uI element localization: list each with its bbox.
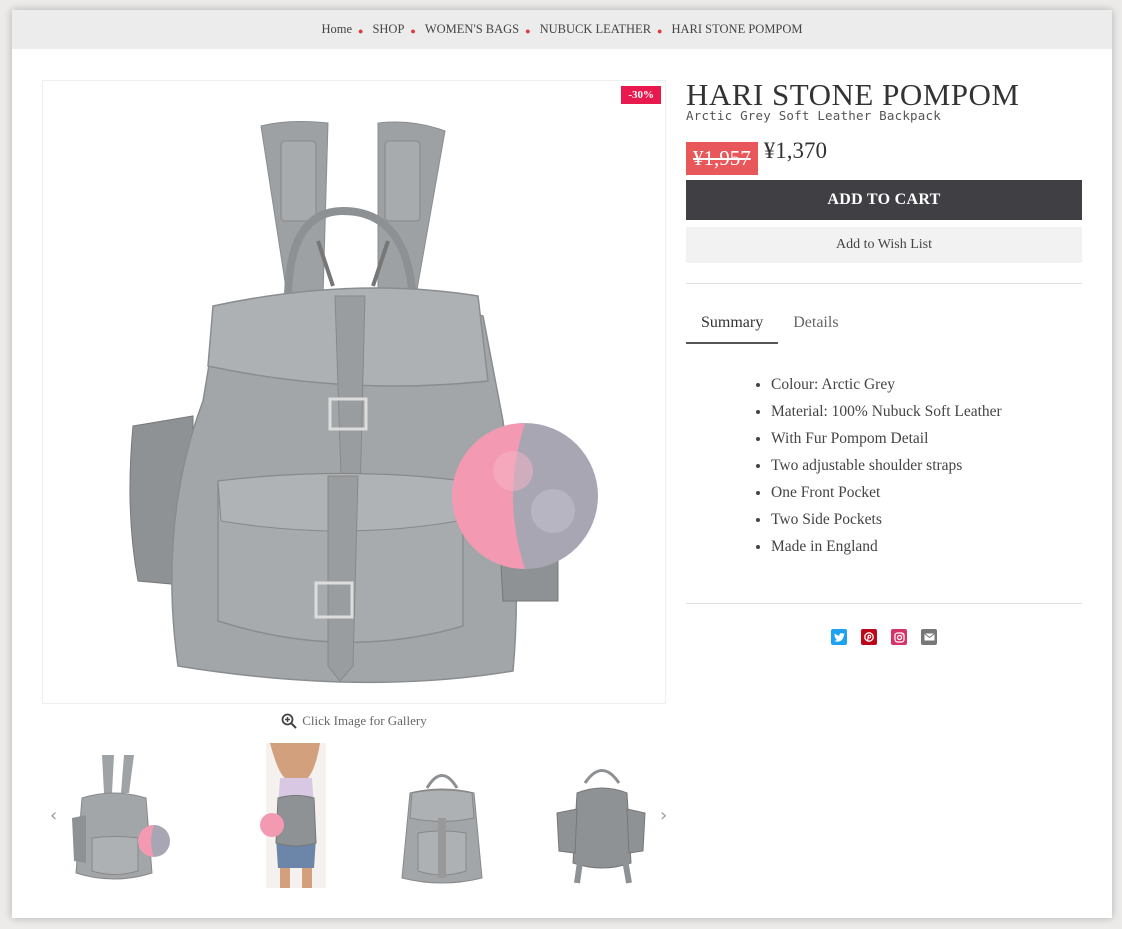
instagram-icon[interactable] <box>891 629 907 645</box>
list-item: With Fur Pompom Detail <box>771 429 1082 449</box>
old-price: ¥1,957 <box>686 142 758 175</box>
list-item: Two adjustable shoulder straps <box>771 456 1082 476</box>
breadcrumb-separator: ● <box>657 25 663 36</box>
breadcrumb-home[interactable]: Home <box>321 22 352 37</box>
breadcrumb: Home ● SHOP ● WOMEN'S BAGS ● NUBUCK LEATHER… <box>12 10 1112 49</box>
divider <box>686 283 1082 284</box>
new-price: ¥1,370 <box>763 138 827 163</box>
list-item: One Front Pocket <box>771 483 1082 503</box>
discount-badge: -30% <box>621 86 661 104</box>
tab-details[interactable]: Details <box>778 306 853 344</box>
list-item: Made in England <box>771 537 1082 557</box>
thumbnail-3[interactable] <box>382 743 502 888</box>
list-item: Material: 100% Nubuck Soft Leather <box>771 402 1082 422</box>
share-bar <box>686 629 1082 645</box>
thumbnail-carousel: ‹ › <box>42 743 667 888</box>
breadcrumb-shop[interactable]: SHOP <box>372 22 404 37</box>
tab-summary[interactable]: Summary <box>686 306 779 344</box>
thumbnail-4[interactable] <box>547 743 667 888</box>
breadcrumb-nubuck-leather[interactable]: NUBUCK LEATHER <box>540 22 651 37</box>
gallery-hint-label: Click Image for Gallery <box>302 713 427 728</box>
breadcrumb-separator: ● <box>358 25 364 36</box>
chevron-right-icon[interactable]: › <box>660 805 667 826</box>
breadcrumb-current: HARI STONE POMPOM <box>671 22 803 36</box>
add-to-wish-list-button[interactable]: Add to Wish List <box>686 227 1082 263</box>
add-to-cart-button[interactable]: ADD TO CART <box>686 180 1082 220</box>
thumbnail-1[interactable] <box>54 743 174 888</box>
divider <box>686 603 1082 604</box>
list-item: Colour: Arctic Grey <box>771 375 1082 395</box>
page: Home ● SHOP ● WOMEN'S BAGS ● NUBUCK LEATHER… <box>12 10 1112 918</box>
breadcrumb-womens-bags[interactable]: WOMEN'S BAGS <box>425 22 519 37</box>
list-item: Two Side Pockets <box>771 510 1082 530</box>
twitter-icon[interactable] <box>831 629 847 645</box>
zoom-icon <box>281 713 297 729</box>
product-info: HARI STONE POMPOM Arctic Grey Soft Leath… <box>686 78 1082 645</box>
backpack-image <box>129 121 598 684</box>
product-title: HARI STONE POMPOM <box>686 77 1020 112</box>
main-product-image[interactable]: -30% <box>42 80 666 704</box>
feature-list: Colour: Arctic Grey Material: 100% Nubuc… <box>686 375 1082 557</box>
breadcrumb-separator: ● <box>525 25 531 36</box>
product-tabs: Summary Details <box>686 306 1082 344</box>
price-row: ¥1,957 ¥1,370 <box>686 138 1082 178</box>
product-subtitle: Arctic Grey Soft Leather Backpack <box>686 108 941 123</box>
pinterest-icon[interactable] <box>861 629 877 645</box>
gallery-hint[interactable]: Click Image for Gallery <box>42 713 666 729</box>
breadcrumb-separator: ● <box>410 25 416 36</box>
email-icon[interactable] <box>921 629 937 645</box>
thumbnail-2[interactable] <box>230 743 350 888</box>
